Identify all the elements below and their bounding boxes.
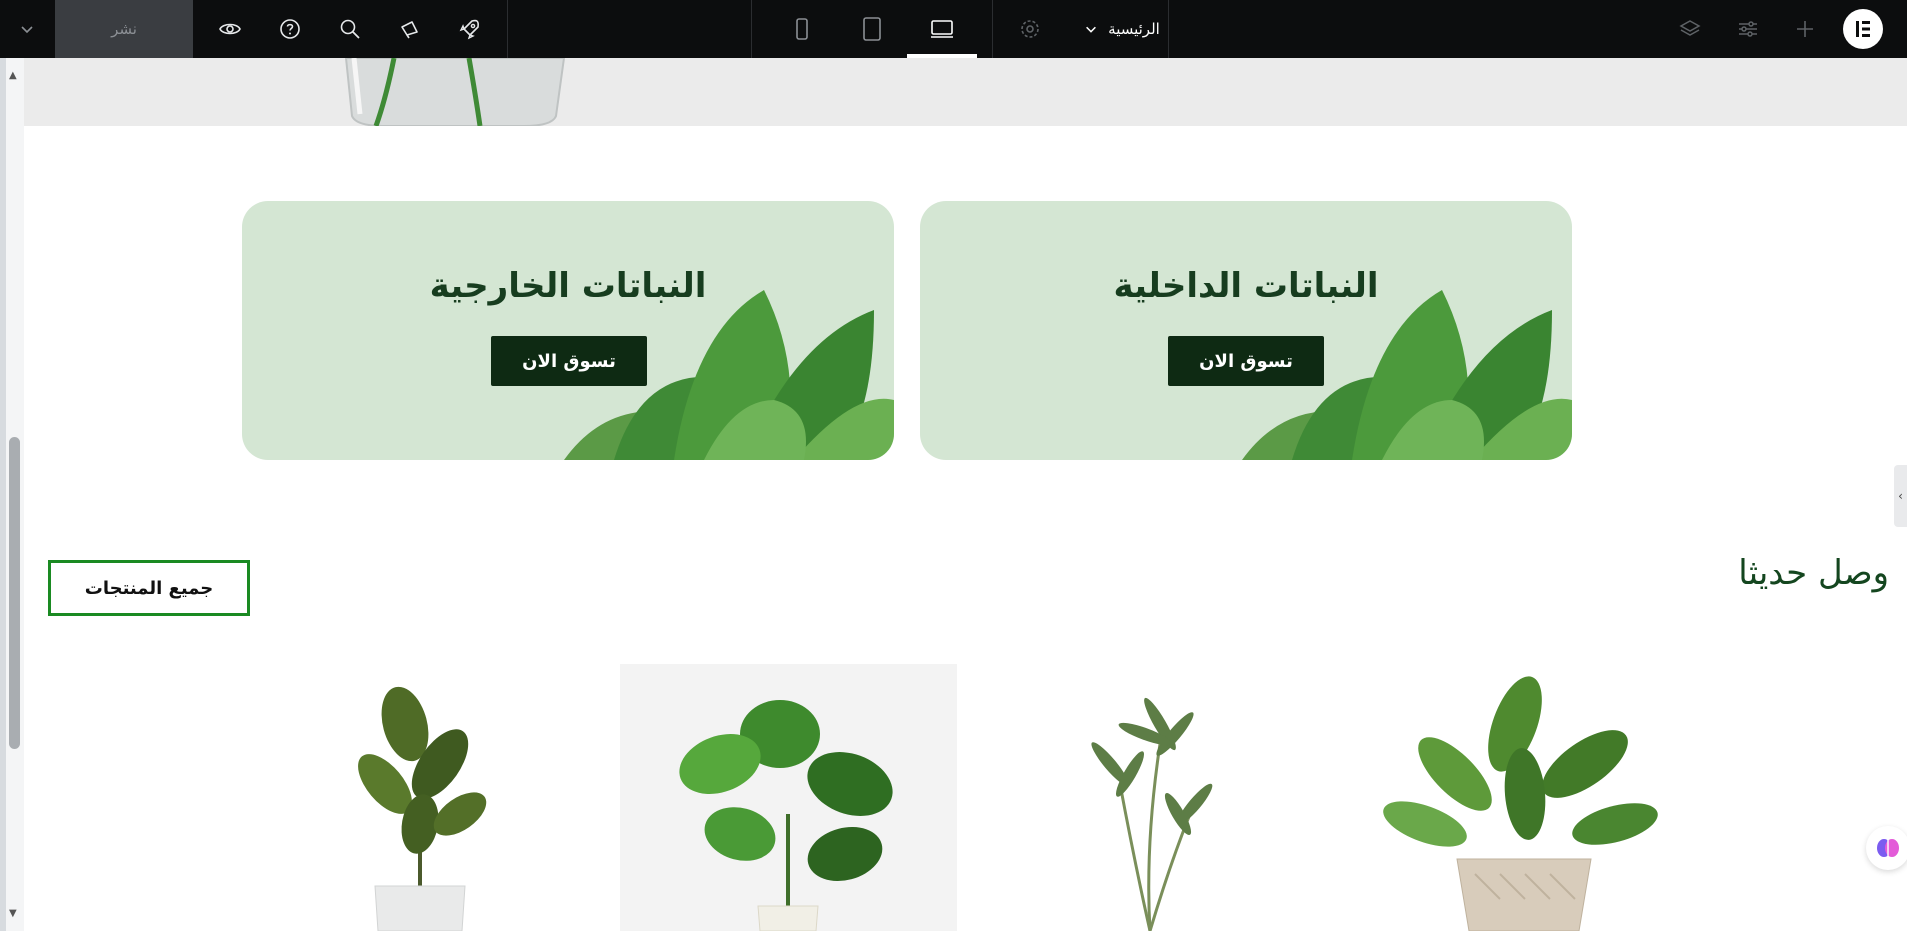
scrollbar-thumb[interactable] [9, 437, 20, 749]
desktop-icon [931, 20, 953, 38]
search-button[interactable] [330, 0, 370, 58]
page-selector[interactable]: الرئيسية [1067, 0, 1177, 58]
chevron-down-icon [1086, 26, 1097, 33]
vase-image [344, 58, 566, 126]
notes-button[interactable] [390, 0, 430, 58]
elementor-logo-icon [1856, 21, 1870, 37]
toolbar-divider [1168, 0, 1169, 58]
toolbar-divider [507, 0, 508, 58]
category-card-indoor[interactable]: النباتات الداخلية تسوق الان [920, 201, 1572, 460]
preview-button[interactable] [210, 0, 250, 58]
layers-icon [1679, 20, 1701, 36]
scroll-down-arrow[interactable]: ▼ [9, 908, 17, 919]
panel-toggle-handle[interactable]: ‹ [1894, 465, 1907, 527]
product-image-rubber-plant[interactable] [320, 664, 520, 931]
rocket-icon [459, 19, 479, 40]
structure-button[interactable] [1670, 0, 1710, 58]
shop-now-button[interactable]: تسوق الان [491, 336, 647, 386]
brain-icon [1877, 839, 1899, 857]
publish-options-button[interactable] [0, 0, 54, 58]
site-settings-button[interactable] [1728, 0, 1768, 58]
chevron-down-icon [21, 26, 33, 34]
section-title: وصل حديثا [1738, 553, 1889, 593]
editor-toolbar: نشر الرئيسية [0, 0, 1907, 58]
hero-image [24, 58, 1907, 126]
tablet-view-button[interactable] [852, 0, 892, 58]
page-name: الرئيسية [1108, 20, 1160, 38]
monstera-image [679, 700, 893, 931]
toolbar-divider [751, 0, 752, 58]
launch-button[interactable] [450, 0, 490, 58]
palm-plant-image [1091, 697, 1213, 931]
add-element-button[interactable] [1785, 0, 1825, 58]
scroll-up-arrow[interactable]: ▲ [9, 70, 17, 81]
help-button[interactable] [270, 0, 310, 58]
publish-button[interactable]: نشر [55, 0, 193, 58]
tablet-icon [863, 17, 881, 41]
category-card-outdoor[interactable]: النباتات الخارجية تسوق الان [242, 201, 894, 460]
gear-icon [1021, 20, 1039, 38]
rubber-plant-image [358, 686, 487, 931]
shop-now-button[interactable]: تسوق الان [1168, 336, 1324, 386]
ai-assistant-button[interactable] [1866, 826, 1907, 870]
all-products-button[interactable]: جميع المنتجات [48, 560, 250, 616]
product-image-calathea[interactable] [1365, 664, 1683, 931]
mobile-icon [796, 18, 808, 40]
sliders-icon [1739, 21, 1757, 37]
plus-icon [1797, 21, 1813, 37]
product-image-palm[interactable] [1050, 664, 1250, 931]
elementor-logo[interactable] [1843, 9, 1883, 49]
eye-icon [219, 23, 241, 35]
desktop-view-button[interactable] [922, 0, 962, 58]
toolbar-divider [992, 0, 993, 58]
calathea-image [1383, 676, 1658, 931]
category-title: النباتات الداخلية [1113, 266, 1379, 306]
mobile-view-button[interactable] [782, 0, 822, 58]
publish-label: نشر [111, 20, 137, 38]
help-icon [280, 19, 300, 39]
search-icon [340, 19, 360, 39]
megaphone-icon [401, 21, 418, 39]
category-title: النباتات الخارجية [429, 266, 707, 306]
page-settings-button[interactable] [1010, 0, 1050, 58]
product-image-monstera[interactable] [620, 664, 957, 931]
